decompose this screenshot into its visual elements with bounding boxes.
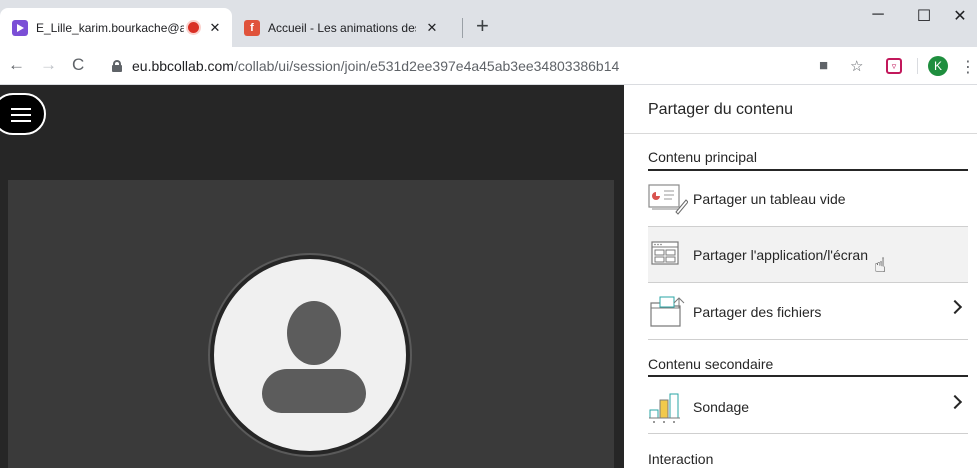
video-area bbox=[8, 180, 614, 468]
minimize-button[interactable]: ─ bbox=[855, 6, 901, 24]
chevron-right-icon bbox=[947, 299, 963, 315]
toolbar-divider bbox=[917, 58, 918, 74]
url-path: /collab/ui/session/join/e531d2ee397e4a45… bbox=[233, 58, 620, 74]
item-label: Partager un tableau vide bbox=[693, 191, 846, 207]
user-body-icon bbox=[262, 369, 366, 413]
tab-divider bbox=[462, 18, 463, 38]
poll-icon bbox=[648, 390, 688, 424]
tab-collaborate[interactable]: E_Lille_karim.bourkache@ac ✕ bbox=[0, 8, 232, 47]
share-screen-item[interactable]: Partager l'application/l'écran bbox=[648, 227, 968, 283]
browser-tab-strip: E_Lille_karim.bourkache@ac ✕ f Accueil -… bbox=[0, 0, 977, 47]
item-label: Sondage bbox=[693, 399, 750, 415]
session-stage bbox=[0, 85, 624, 468]
panel-divider bbox=[624, 133, 977, 134]
maximize-button[interactable]: ☐ bbox=[901, 6, 947, 26]
item-divider bbox=[648, 433, 968, 434]
tab-title: E_Lille_karim.bourkache@ac bbox=[36, 20, 184, 35]
recording-indicator-icon bbox=[188, 22, 199, 33]
session-menu-button[interactable] bbox=[0, 93, 46, 135]
forward-arrow-icon[interactable]: → bbox=[40, 55, 57, 75]
tab-accueil[interactable]: f Accueil - Les animations des Fon ✕ bbox=[232, 8, 460, 47]
kebab-menu-icon[interactable]: ⋮ bbox=[960, 57, 976, 77]
share-files-item[interactable]: Partager des fichiers bbox=[648, 284, 968, 340]
tab-title: Accueil - Les animations des Fon bbox=[268, 20, 416, 35]
camera-icon[interactable]: ■ bbox=[819, 57, 828, 74]
whiteboard-icon bbox=[648, 182, 689, 216]
browser-toolbar: ← → C eu.bbcollab.com/collab/ui/session/… bbox=[0, 47, 977, 85]
reload-icon[interactable]: C bbox=[72, 55, 84, 75]
secondary-content-heading: Contenu secondaire bbox=[648, 356, 774, 372]
folder-icon bbox=[648, 295, 688, 329]
close-tab-icon[interactable]: ✕ bbox=[425, 20, 439, 36]
hand-cursor-icon: ☝ bbox=[874, 255, 887, 277]
hamburger-icon bbox=[11, 108, 31, 110]
close-window-button[interactable]: ✕ bbox=[943, 6, 977, 26]
item-divider bbox=[648, 339, 968, 340]
user-head-icon bbox=[287, 301, 341, 365]
item-divider bbox=[648, 282, 968, 283]
screen-share-icon bbox=[648, 238, 688, 272]
panel-title: Partager du contenu bbox=[648, 101, 793, 118]
lock-icon bbox=[112, 60, 122, 72]
back-arrow-icon[interactable]: ← bbox=[8, 55, 25, 75]
close-tab-icon[interactable]: ✕ bbox=[208, 20, 222, 36]
new-tab-button[interactable]: + bbox=[476, 15, 489, 37]
share-content-panel: Partager du contenu Contenu principal Pa… bbox=[624, 85, 977, 468]
facebook-icon: f bbox=[244, 19, 260, 36]
item-label: Partager l'application/l'écran bbox=[693, 247, 868, 263]
bookmark-star-icon[interactable]: ☆ bbox=[850, 57, 863, 75]
profile-avatar[interactable]: K bbox=[928, 56, 948, 76]
interaction-heading: Interaction bbox=[648, 451, 714, 467]
participant-avatar bbox=[210, 255, 410, 455]
collaborate-icon bbox=[12, 19, 28, 36]
section-underline bbox=[648, 375, 968, 377]
extension-icon[interactable]: ▿ bbox=[886, 58, 902, 74]
poll-item[interactable]: Sondage bbox=[648, 379, 968, 435]
address-bar[interactable]: eu.bbcollab.com/collab/ui/session/join/e… bbox=[100, 52, 842, 80]
primary-content-heading: Contenu principal bbox=[648, 149, 757, 165]
chevron-right-icon bbox=[947, 394, 963, 410]
url-host: eu.bbcollab.com bbox=[132, 58, 234, 74]
share-whiteboard-item[interactable]: Partager un tableau vide bbox=[648, 171, 968, 227]
item-label: Partager des fichiers bbox=[693, 304, 822, 320]
